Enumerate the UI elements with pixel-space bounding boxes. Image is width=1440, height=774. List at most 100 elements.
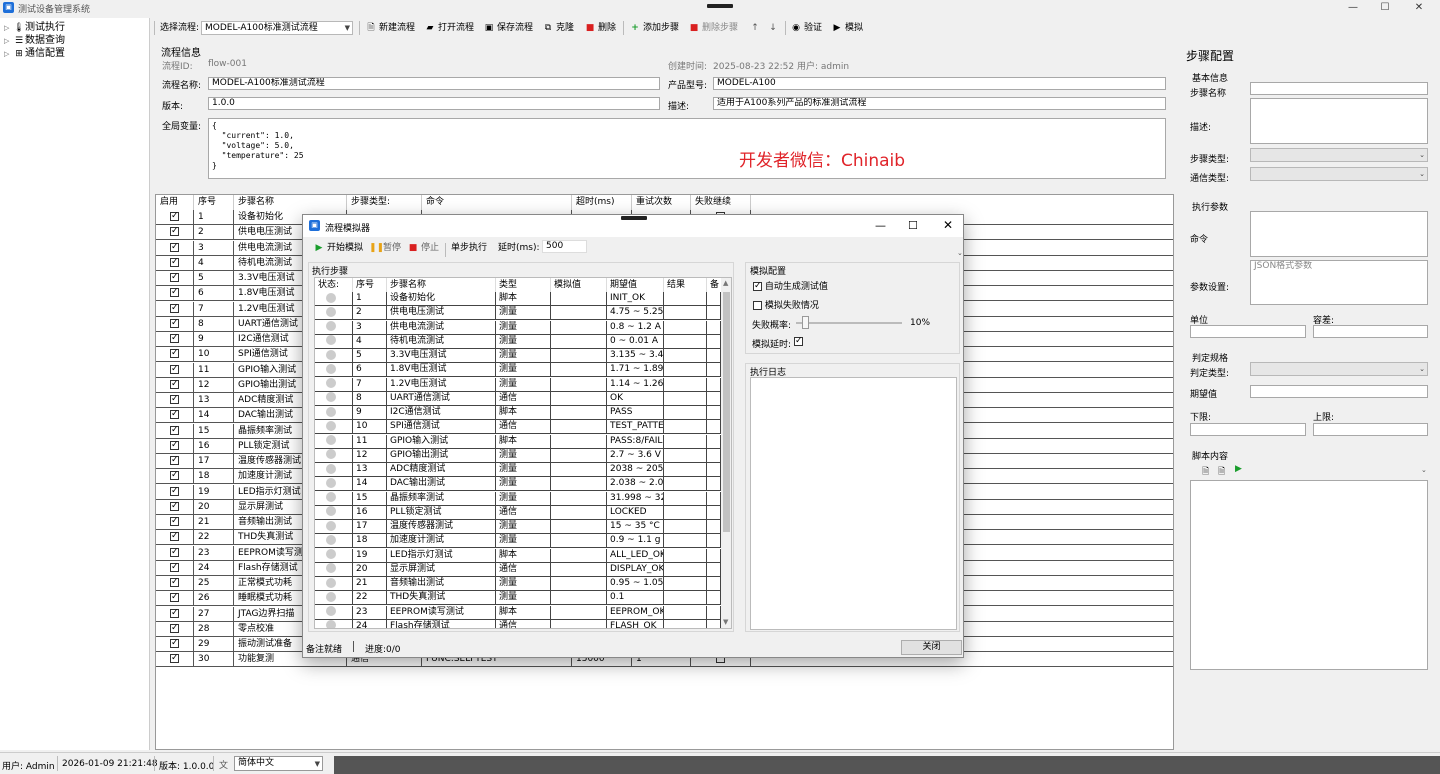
col-header-continue[interactable]: 失败继续 (691, 195, 751, 210)
sim-table-row[interactable]: 17 温度传感器测试 测量 15 ~ 35 °C (315, 520, 721, 535)
move-up-button[interactable]: ↑ (749, 21, 763, 35)
sim-col-type[interactable]: 类型 (496, 278, 551, 292)
enabled-checkbox[interactable] (170, 393, 179, 405)
product-model-input[interactable]: MODEL-A100 (713, 77, 1166, 90)
scrollbar-thumb[interactable] (723, 292, 730, 532)
col-header-index[interactable]: 序号 (194, 195, 234, 210)
tolerance-input[interactable] (1313, 325, 1428, 338)
sim-col-note[interactable]: 备 (707, 278, 721, 292)
single-step-button[interactable]: 单步执行 (451, 241, 487, 255)
col-header-retry[interactable]: 重试次数 (632, 195, 691, 210)
simulate-button[interactable]: ▶ 模拟 (831, 21, 863, 35)
expected-input[interactable] (1250, 385, 1428, 398)
sim-table-row[interactable]: 12 GPIO输出测试 测量 2.7 ~ 3.6 V (315, 448, 721, 463)
enabled-checkbox[interactable] (170, 622, 179, 634)
enabled-checkbox[interactable] (170, 530, 179, 542)
flow-name-input[interactable]: MODEL-A100标准测试流程 (208, 77, 660, 90)
sim-table-row[interactable]: 9 I2C通信测试 脚本 PASS (315, 406, 721, 421)
verify-button[interactable]: ◉ 验证 (790, 21, 822, 35)
step-name-input[interactable] (1250, 82, 1428, 95)
dialog-maximize-button[interactable]: ☐ (908, 219, 918, 232)
overflow-chevron-icon[interactable]: ⌄ (1421, 466, 1427, 474)
sim-vertical-scrollbar[interactable]: ▲ ▼ (721, 278, 731, 628)
sim-fail-checkbox[interactable]: 模拟失败情况 (753, 298, 819, 311)
sim-table-row[interactable]: 1 设备初始化 脚本 INIT_OK (315, 292, 721, 307)
script-new-icon[interactable]: 🗎 (1202, 464, 1209, 480)
script-open-icon[interactable]: 🗎 (1218, 464, 1225, 480)
clone-button[interactable]: ⧉ 克隆 (542, 21, 574, 35)
sim-table-row[interactable]: 8 UART通信测试 通信 OK (315, 391, 721, 406)
version-input[interactable]: 1.0.0 (208, 97, 660, 110)
description-input[interactable]: 适用于A100系列产品的标准测试流程 (713, 97, 1166, 110)
close-window-button[interactable]: ✕ (1404, 0, 1434, 16)
sim-col-simvalue[interactable]: 模拟值 (551, 278, 607, 292)
enabled-checkbox[interactable] (170, 637, 179, 649)
fail-rate-slider-track[interactable] (796, 322, 902, 324)
col-header-command[interactable]: 命令 (422, 195, 572, 210)
enabled-checkbox[interactable] (170, 500, 179, 512)
enabled-checkbox[interactable] (170, 408, 179, 420)
sim-table-row[interactable]: 2 供电电压测试 测量 4.75 ~ 5.25 (315, 306, 721, 321)
enabled-checkbox[interactable] (170, 424, 179, 436)
add-step-button[interactable]: + 添加步骤 (629, 21, 679, 35)
enabled-checkbox[interactable] (170, 286, 179, 298)
enabled-checkbox[interactable] (170, 225, 179, 237)
delay-input[interactable]: 500 (542, 240, 587, 253)
sim-delay-checkbox[interactable] (794, 335, 803, 347)
enabled-checkbox[interactable] (170, 485, 179, 497)
sim-col-result[interactable]: 结果 (664, 278, 707, 292)
enabled-checkbox[interactable] (170, 576, 179, 588)
scroll-up-icon[interactable]: ▲ (723, 279, 728, 287)
enabled-checkbox[interactable] (170, 332, 179, 344)
open-flow-button[interactable]: ▰ 打开流程 (424, 21, 474, 35)
delete-flow-button[interactable]: ■ 删除 (584, 21, 616, 35)
sim-table-row[interactable]: 15 晶振频率测试 测量 31.998 ~ 32 (315, 491, 721, 506)
col-header-timeout[interactable]: 超时(ms) (572, 195, 632, 210)
dialog-title-bar[interactable]: ▣ 流程模拟器 — ☐ ✕ (303, 215, 963, 237)
flow-select[interactable]: MODEL-A100标准测试流程 ▼ (201, 21, 353, 35)
pause-sim-button[interactable]: ❚❚暂停 (369, 241, 401, 255)
maximize-button[interactable]: ☐ (1370, 0, 1400, 16)
enabled-checkbox[interactable] (170, 454, 179, 466)
enabled-checkbox[interactable] (170, 210, 179, 222)
enabled-checkbox[interactable] (170, 241, 179, 253)
enabled-checkbox[interactable] (170, 439, 179, 451)
enabled-checkbox[interactable] (170, 271, 179, 283)
enabled-checkbox[interactable] (170, 469, 179, 481)
enabled-checkbox[interactable] (170, 561, 179, 573)
dialog-close-button[interactable]: ✕ (943, 218, 953, 232)
global-vars-textarea[interactable]: { "current": 1.0, "voltage": 5.0, "tempe… (208, 118, 1166, 179)
sim-table-row[interactable]: 11 GPIO输入测试 脚本 PASS:8/FAIL (315, 434, 721, 449)
language-select[interactable]: 简体中文 ▼ (234, 756, 323, 771)
tree-item-data-query[interactable]: ▷ ☰ 数据查询 (4, 34, 65, 47)
col-header-enabled[interactable]: 启用 (156, 195, 194, 210)
enabled-checkbox[interactable] (170, 515, 179, 527)
sim-table-row[interactable]: 21 音频输出测试 测量 0.95 ~ 1.05 (315, 577, 721, 592)
checkbox-checked[interactable] (794, 335, 803, 347)
enabled-checkbox[interactable] (170, 302, 179, 314)
stop-sim-button[interactable]: ■ 停止 (407, 241, 439, 255)
sim-table-row[interactable]: 14 DAC输出测试 测量 2.038 ~ 2.05 (315, 477, 721, 492)
close-dialog-button[interactable]: 关闭 (901, 640, 962, 655)
sim-table-row[interactable]: 5 3.3V电压测试 测量 3.135 ~ 3.46 (315, 349, 721, 364)
judge-type-select[interactable]: ⌄ (1250, 362, 1428, 376)
comm-type-select[interactable]: ⌄ (1250, 167, 1428, 181)
sim-table-row[interactable]: 18 加速度计测试 测量 0.9 ~ 1.1 g (315, 534, 721, 549)
scroll-down-icon[interactable]: ▼ (723, 618, 728, 626)
dialog-drag-handle[interactable] (621, 216, 647, 220)
tree-item-comm-config[interactable]: ▷ ⊞ 通信配置 (4, 47, 65, 60)
fail-rate-slider-thumb[interactable] (802, 316, 809, 329)
enabled-checkbox[interactable] (170, 546, 179, 558)
sim-table-row[interactable]: 16 PLL锁定测试 通信 LOCKED (315, 505, 721, 520)
sim-table-row[interactable]: 7 1.2V电压测试 测量 1.14 ~ 1.26 (315, 377, 721, 392)
sim-table-row[interactable]: 4 待机电流测试 测量 0 ~ 0.01 A (315, 334, 721, 349)
sim-table-row[interactable]: 23 EEPROM读写测试 脚本 EEPROM_OK (315, 605, 721, 620)
sim-col-status[interactable]: 状态: (315, 278, 353, 292)
sim-col-expected[interactable]: 期望值 (607, 278, 664, 292)
enabled-checkbox[interactable] (170, 607, 179, 619)
exec-log-textarea[interactable] (750, 377, 957, 630)
dialog-minimize-button[interactable]: — (875, 219, 886, 232)
unit-input[interactable] (1190, 325, 1306, 338)
enabled-checkbox[interactable] (170, 347, 179, 359)
sim-table-row[interactable]: 24 Flash存储测试 通信 FLASH_OK (315, 619, 721, 628)
